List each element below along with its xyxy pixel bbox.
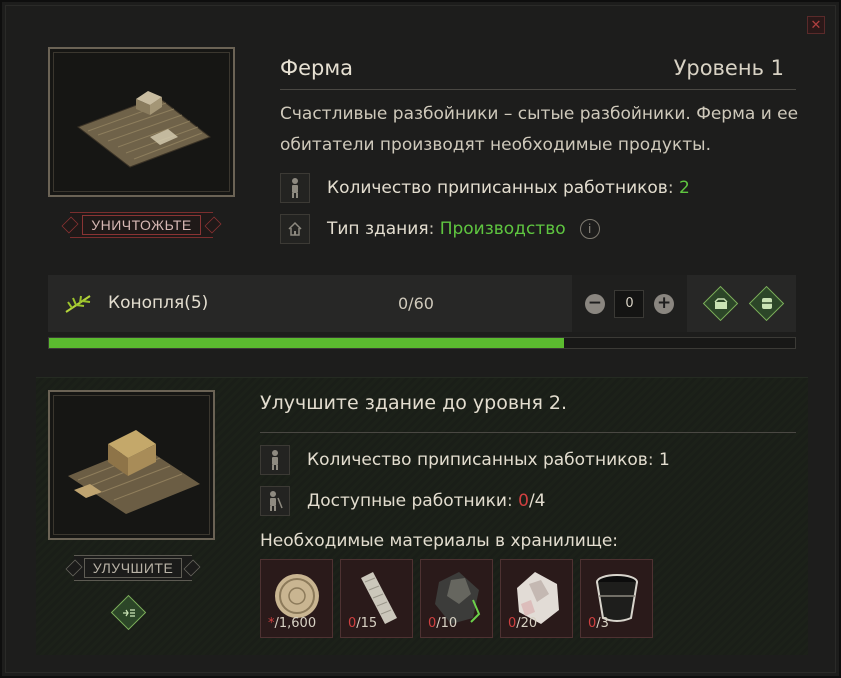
assigned-workers-label: Количество приписанных работников: [327, 178, 668, 198]
production-progress-text: 0/60: [398, 294, 434, 313]
production-item: Конопля(5): [108, 293, 208, 313]
material-slot[interactable]: 0/3: [580, 559, 653, 638]
assigned-workers-value: 2: [678, 178, 690, 198]
destroy-button-label: УНИЧТОЖЬТЕ: [82, 215, 201, 235]
building-type-row: Тип здания: Производство i: [280, 214, 600, 244]
material-slot[interactable]: 0/10: [420, 559, 493, 638]
upgrade-workers-value: 1: [658, 450, 670, 470]
decrease-button[interactable]: −: [584, 293, 605, 314]
material-slot[interactable]: 0/15: [340, 559, 413, 638]
building-type-value: Производство: [439, 219, 566, 239]
materials-title: Необходимые материалы в хранилище:: [260, 531, 619, 551]
available-workers-total: /4: [528, 491, 546, 511]
material-need: /15: [356, 616, 378, 631]
material-need: /10: [436, 616, 458, 631]
material-count: 0/20: [508, 616, 537, 631]
upgrade-button[interactable]: УЛУЧШИТЕ: [65, 555, 201, 581]
farm-image: [76, 91, 212, 168]
production-item-name: Конопля: [108, 293, 185, 313]
upgrade-workers-label: Количество приписанных работников: [307, 450, 648, 470]
upgrade-thumbnail: [48, 390, 215, 540]
upgrade-button-label: УЛУЧШИТЕ: [83, 558, 183, 578]
building-panel: ✕ УНИЧТОЖЬТЕ Ферма Уровень 1 Счастливые …: [0, 0, 841, 678]
material-count: 0/3: [588, 616, 609, 631]
destroy-button[interactable]: УНИЧТОЖЬТЕ: [61, 212, 222, 238]
material-count: */1,600: [268, 616, 316, 631]
production-item-qty: (5): [184, 293, 209, 313]
worker-tool-icon: [260, 486, 290, 516]
close-icon: ✕: [810, 17, 822, 33]
increase-button[interactable]: +: [654, 293, 675, 314]
quantity-input[interactable]: [614, 289, 645, 318]
info-help-icon[interactable]: i: [579, 219, 600, 239]
worker-icon: [260, 445, 290, 475]
material-slot[interactable]: 0/20: [500, 559, 573, 638]
available-workers-colon: :: [506, 491, 519, 511]
material-need: /3: [596, 616, 609, 631]
material-count: 0/10: [428, 616, 457, 631]
available-workers-row: Доступные работники: 0/4: [260, 486, 546, 516]
building-type-label: Тип здания: [327, 219, 429, 239]
title-row: Ферма Уровень 1: [280, 46, 796, 90]
material-count: 0/15: [348, 616, 377, 631]
building-type-colon: :: [428, 219, 440, 239]
farm-level2-image: [68, 430, 200, 514]
quantity-stepper: − +: [572, 275, 687, 332]
worker-icon: [280, 173, 310, 203]
upgrade-workers-colon: :: [647, 450, 659, 470]
production-progress: [48, 337, 796, 349]
house-icon: [280, 214, 310, 244]
close-button[interactable]: ✕: [807, 16, 825, 34]
building-level: Уровень 1: [673, 55, 784, 80]
material-need: /1,600: [274, 616, 317, 631]
material-need: /20: [516, 616, 538, 631]
building-thumbnail: [48, 47, 235, 197]
available-workers-label: Доступные работники: [307, 491, 507, 511]
building-title: Ферма: [280, 55, 354, 80]
destroy-right-ornament: [204, 216, 222, 234]
hemp-icon: [65, 295, 91, 313]
destroy-left-ornament: [61, 216, 79, 234]
production-progress-fill: [49, 338, 564, 348]
material-slot[interactable]: */1,600: [260, 559, 333, 638]
upgrade-title: Улучшите здание до уровня 2.: [260, 392, 796, 433]
upgrade-workers-row: Количество приписанных работников: 1: [260, 445, 670, 475]
chest-icon: [756, 293, 777, 314]
list-icon: [118, 602, 139, 623]
box-icon: [710, 293, 731, 314]
assigned-workers-row: Количество приписанных работников: 2: [280, 173, 690, 203]
production-bar: Конопля(5) 0/60 − +: [48, 275, 796, 332]
available-workers-current: 0: [518, 491, 529, 511]
building-description: Счастливые разбойники – сытые разбойники…: [280, 104, 799, 155]
assigned-workers-colon: :: [667, 178, 679, 198]
